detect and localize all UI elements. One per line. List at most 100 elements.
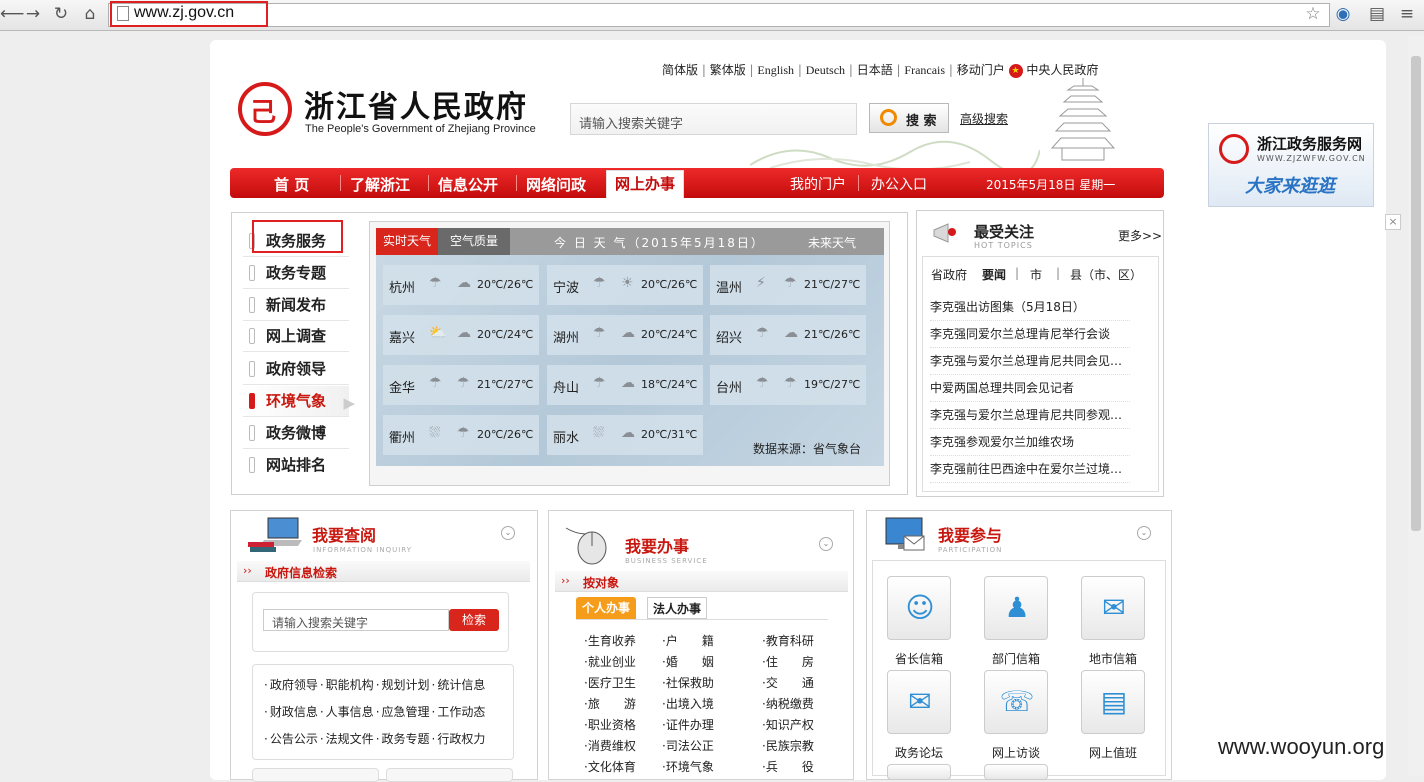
menu-item-topics[interactable]: 政务专题 (243, 258, 349, 289)
tab-county[interactable]: 县（市、区） (1070, 266, 1142, 283)
tab-province[interactable]: 省政府 (931, 266, 967, 283)
participation-tile[interactable]: ☺ (887, 576, 951, 640)
service-item[interactable]: ·就业创业 (584, 653, 636, 670)
service-item[interactable]: ·环境气象 (662, 758, 714, 775)
hot-topic-item[interactable]: 李克强同爱尔兰总理肯尼举行会谈 (930, 325, 1130, 348)
service-item[interactable]: ·职业资格 (584, 716, 636, 733)
service-item[interactable]: ·民族宗教 (762, 737, 814, 754)
participation-label[interactable]: 网上访谈 (966, 744, 1066, 761)
lang-link[interactable]: 日本語 (857, 63, 893, 77)
advanced-search-link[interactable]: 高级搜索 (960, 110, 1008, 127)
participation-tile[interactable]: ✉ (887, 670, 951, 734)
reload-icon[interactable]: ↻ (50, 3, 72, 25)
settings-icon[interactable]: ≡ (1396, 3, 1418, 25)
service-item[interactable]: ·证件办理 (662, 716, 714, 733)
menu-item-survey[interactable]: 网上调查 (243, 321, 349, 352)
inquiry-link[interactable]: 行政权力 (437, 732, 485, 746)
menu-item-weibo[interactable]: 政务微博 (243, 418, 349, 449)
service-item[interactable]: ·婚 姻 (662, 653, 714, 670)
tab-personal[interactable]: 个人办事 (576, 597, 636, 619)
service-item[interactable]: ·社保救助 (662, 674, 714, 691)
menu-item-ranking[interactable]: 网站排名 (243, 450, 349, 480)
tab-corporate[interactable]: 法人办事 (647, 597, 707, 619)
menu-item-leaders[interactable]: 政府领导 (243, 354, 349, 385)
hot-topic-item[interactable]: 中爱两国总理共同会见记者 (930, 379, 1130, 402)
chevron-down-icon[interactable]: ⌄ (1137, 526, 1151, 540)
lang-link[interactable]: English (757, 63, 794, 77)
inquiry-link[interactable]: 规划计划 (382, 678, 430, 692)
lang-link[interactable]: 繁体版 (710, 63, 746, 77)
inquiry-link[interactable]: 人事信息 (326, 705, 374, 719)
service-item[interactable]: ·司法公正 (662, 737, 714, 754)
future-weather-link[interactable]: 未来天气 (808, 234, 856, 251)
participation-tile[interactable]: ☏ (984, 670, 1048, 734)
participation-tile[interactable]: ▤ (1081, 670, 1145, 734)
central-gov-link[interactable]: 中央人民政府 (1026, 63, 1098, 77)
service-ad-banner[interactable]: 浙江政务服务网 WWW.ZJZWFW.GOV.CN 大家来逛逛 (1208, 123, 1374, 207)
tab-air-quality[interactable]: 空气质量 (438, 228, 510, 255)
address-bar[interactable] (108, 3, 1330, 27)
lang-link[interactable]: 移动门户 (957, 63, 1005, 77)
hot-topic-item[interactable]: 李克强参观爱尔兰加维农场 (930, 433, 1130, 456)
menu-item-news[interactable]: 新闻发布 (243, 290, 349, 321)
inquiry-link[interactable]: 法规文件 (326, 732, 374, 746)
tab-realtime-weather[interactable]: 实时天气 (376, 228, 438, 255)
participation-label[interactable]: 地市信箱 (1063, 650, 1163, 667)
participation-label[interactable]: 省长信箱 (869, 650, 969, 667)
menu-item-weather[interactable]: 环境气象 ▶ (243, 386, 355, 417)
menu-icon[interactable]: ▤ (1366, 3, 1388, 25)
star-icon[interactable]: ☆ (1302, 3, 1324, 25)
service-item[interactable]: ·旅 游 (584, 695, 636, 712)
scrollbar-thumb[interactable] (1411, 56, 1421, 531)
forward-icon[interactable]: → (22, 3, 44, 25)
hot-topic-item[interactable]: 李克强前往巴西途中在爱尔兰过境… (930, 460, 1130, 483)
home-icon[interactable]: ⌂ (79, 3, 101, 25)
more-link[interactable]: 更多>> (1118, 227, 1162, 244)
service-item[interactable]: ·户 籍 (662, 632, 714, 649)
hot-topic-item[interactable]: 李克强与爱尔兰总理肯尼共同会见… (930, 352, 1130, 375)
inquiry-search-button[interactable]: 检索 (449, 609, 499, 631)
service-item[interactable]: ·兵 役 (762, 758, 814, 775)
participation-tile[interactable]: ✉ (1081, 576, 1145, 640)
hot-topic-item[interactable]: 李克强出访图集（5月18日） (930, 298, 1130, 321)
inquiry-link[interactable]: 公告公示 (270, 732, 318, 746)
search-button[interactable]: 搜 索 (869, 103, 949, 133)
participation-label[interactable]: 政务论坛 (869, 744, 969, 761)
nav-office[interactable]: 办公入口 (871, 174, 927, 194)
service-item[interactable]: ·医疗卫生 (584, 674, 636, 691)
inquiry-link[interactable]: 职能机构 (326, 678, 374, 692)
globe-icon[interactable]: ◉ (1332, 3, 1354, 25)
service-item[interactable]: ·文化体育 (584, 758, 636, 775)
participation-tile[interactable] (984, 764, 1048, 780)
chevron-down-icon[interactable]: ⌄ (501, 526, 515, 540)
lang-link[interactable]: Francais (904, 63, 945, 77)
lang-link[interactable]: 简体版 (662, 63, 698, 77)
tab-city[interactable]: 市 (1030, 266, 1042, 283)
participation-label[interactable]: 部门信箱 (966, 650, 1066, 667)
inquiry-search-input[interactable]: 请输入搜索关键字 (263, 609, 449, 631)
close-icon[interactable]: × (1385, 214, 1401, 230)
inquiry-link[interactable]: 政府领导 (270, 678, 318, 692)
inquiry-link[interactable]: 工作动态 (437, 705, 485, 719)
inquiry-link[interactable]: 应急管理 (382, 705, 430, 719)
inquiry-extra-button[interactable] (252, 768, 379, 782)
back-icon[interactable]: ⟵ (0, 3, 24, 25)
chevron-down-icon[interactable]: ⌄ (819, 537, 833, 551)
participation-tile[interactable] (887, 764, 951, 780)
nav-info[interactable]: 信息公开 (438, 174, 498, 195)
participation-label[interactable]: 网上值班 (1063, 744, 1163, 761)
inquiry-link[interactable]: 政务专题 (382, 732, 430, 746)
tab-news[interactable]: 要闻 (982, 266, 1006, 283)
service-item[interactable]: ·消费维权 (584, 737, 636, 754)
lang-link[interactable]: Deutsch (806, 63, 845, 77)
service-item[interactable]: ·知识产权 (762, 716, 814, 733)
service-item[interactable]: ·住 房 (762, 653, 814, 670)
nav-online-service[interactable]: 网上办事 (606, 170, 684, 198)
service-item[interactable]: ·出境入境 (662, 695, 714, 712)
participation-tile[interactable]: ♟ (984, 576, 1048, 640)
nav-home[interactable]: 首 页 (274, 174, 309, 195)
nav-politics[interactable]: 网络问政 (526, 174, 586, 195)
hot-topic-item[interactable]: 李克强与爱尔兰总理肯尼共同参观… (930, 406, 1130, 429)
inquiry-extra-button[interactable] (386, 768, 513, 782)
service-item[interactable]: ·生育收养 (584, 632, 636, 649)
